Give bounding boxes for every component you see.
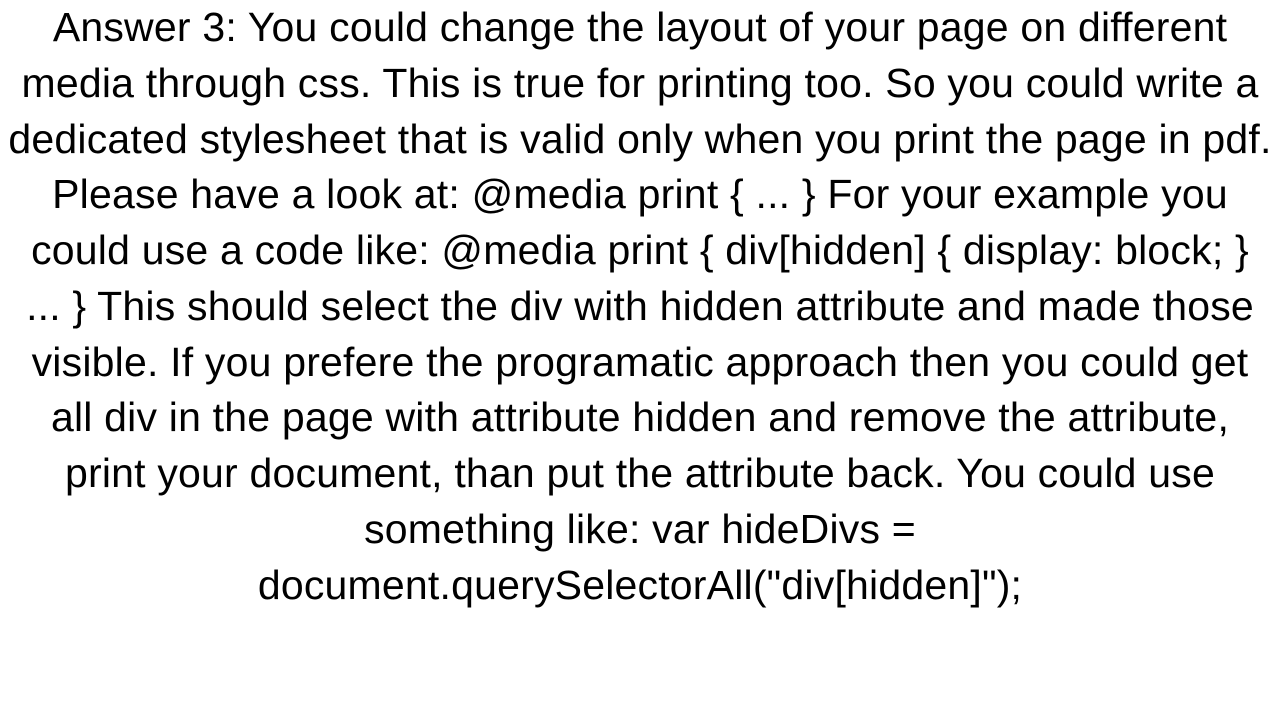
answer-text: Answer 3: You could change the layout of… [0,0,1280,613]
